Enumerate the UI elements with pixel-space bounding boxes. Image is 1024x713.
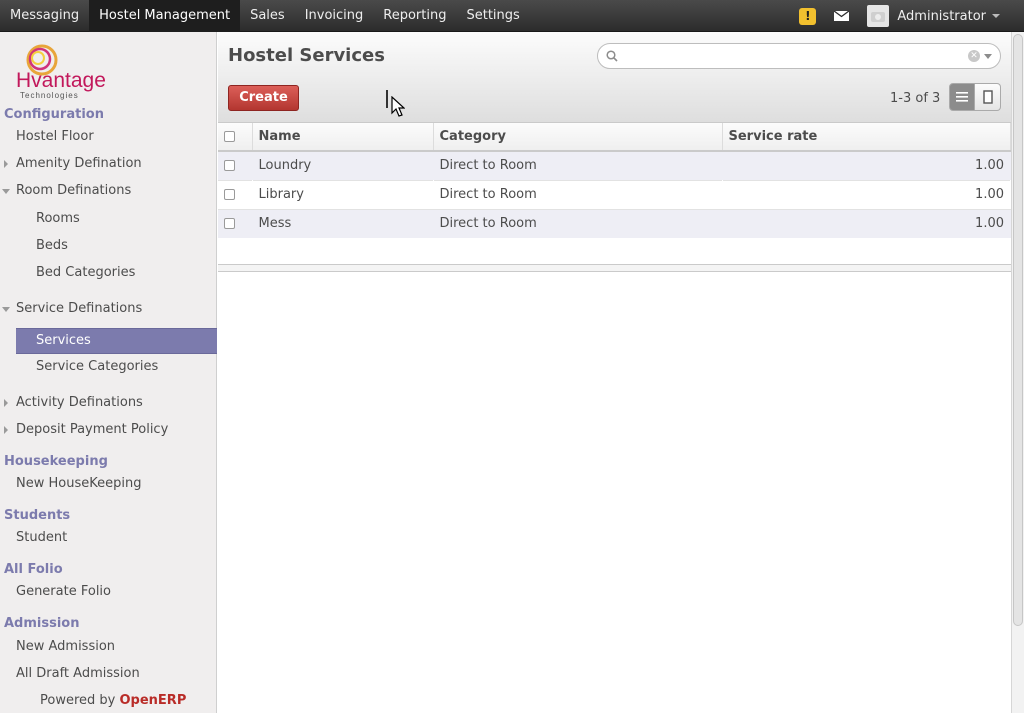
row-checkbox[interactable]: [224, 160, 235, 172]
chevron-down-icon[interactable]: [992, 14, 1000, 18]
cell-name[interactable]: Library: [252, 179, 433, 210]
row-checkbox[interactable]: [224, 218, 235, 230]
pager[interactable]: 1-3 of 3: [890, 91, 940, 106]
view-switcher: [949, 83, 1001, 111]
avatar[interactable]: [867, 5, 890, 27]
select-all-checkbox[interactable]: [224, 131, 235, 142]
scroll-thumb[interactable]: [1013, 34, 1023, 626]
row-select-cell: [218, 179, 252, 210]
cell-service-rate[interactable]: 1.00: [722, 209, 1011, 238]
sidebar-item-amenity-defination[interactable]: Amenity Defination: [16, 156, 142, 171]
menu-settings[interactable]: Settings: [456, 0, 529, 32]
view-header: Hostel Services ✕ Create 1-3 of 3: [218, 32, 1011, 123]
cell-category[interactable]: Direct to Room: [433, 151, 722, 180]
section-admission: Admission: [4, 616, 80, 631]
collapse-arrow-icon[interactable]: [2, 307, 10, 312]
expand-arrow-icon[interactable]: [4, 426, 8, 434]
cell-name[interactable]: Loundry: [252, 151, 433, 180]
sidebar-item-new-admission[interactable]: New Admission: [16, 639, 115, 654]
search-box[interactable]: ✕: [597, 43, 1001, 69]
openerp-link[interactable]: OpenERP: [120, 693, 187, 708]
expand-arrow-icon[interactable]: [4, 399, 8, 407]
sidebar-item-bed-categories[interactable]: Bed Categories: [36, 265, 135, 280]
menu-messaging[interactable]: Messaging: [0, 0, 89, 32]
row-select-cell: [218, 151, 252, 180]
table-row[interactable]: Mess Direct to Room 1.00: [218, 209, 1011, 238]
column-name[interactable]: Name: [252, 123, 434, 152]
sidebar-item-deposit-payment-policy[interactable]: Deposit Payment Policy: [16, 422, 168, 437]
company-logo: Hvantage Technologies: [16, 44, 106, 100]
form-view-button[interactable]: [975, 83, 1001, 111]
menu-invoicing[interactable]: Invoicing: [295, 0, 374, 32]
top-navbar: Messaging Hostel Management Sales Invoic…: [0, 0, 1024, 32]
sidebar-item-generate-folio[interactable]: Generate Folio: [16, 584, 111, 599]
page-title: Hostel Services: [228, 45, 385, 66]
menu-reporting[interactable]: Reporting: [373, 0, 456, 32]
search-icon: [606, 50, 618, 62]
mouse-pointer-icon: [391, 96, 405, 117]
powered-by-label: Powered by: [40, 693, 116, 708]
menu-hostel-management[interactable]: Hostel Management: [89, 0, 241, 32]
section-configuration: Configuration: [4, 107, 104, 122]
powered-by: Powered by OpenERP: [40, 693, 186, 708]
cell-category[interactable]: Direct to Room: [433, 209, 722, 238]
cell-name[interactable]: Mess: [252, 209, 433, 238]
sidebar-item-room-definations[interactable]: Room Definations: [16, 183, 131, 198]
clear-icon[interactable]: ✕: [968, 50, 980, 62]
collapse-arrow-icon[interactable]: [2, 189, 10, 194]
form-icon: [982, 90, 993, 104]
logo-brand: Hvantage: [16, 69, 106, 92]
row-checkbox[interactable]: [224, 189, 235, 200]
row-select-cell: [218, 209, 252, 238]
camera-icon: [871, 12, 886, 22]
warning-icon[interactable]: !: [799, 7, 817, 25]
sidebar-item-rooms[interactable]: Rooms: [36, 211, 80, 226]
table-row[interactable]: Loundry Direct to Room 1.00: [218, 151, 1011, 180]
sidebar-item-service-categories[interactable]: Service Categories: [36, 359, 158, 374]
column-service-rate[interactable]: Service rate: [722, 123, 1011, 152]
sidebar-item-all-draft-admission[interactable]: All Draft Admission: [16, 666, 140, 681]
table-header-row: Name Category Service rate: [218, 123, 1011, 152]
expand-arrow-icon[interactable]: [4, 160, 8, 168]
sidebar-item-service-definations[interactable]: Service Definations: [16, 301, 142, 316]
sidebar: Hvantage Technologies Configuration Host…: [0, 32, 217, 713]
cell-category[interactable]: Direct to Room: [433, 179, 722, 210]
sidebar-item-beds[interactable]: Beds: [36, 238, 68, 253]
section-housekeeping: Housekeeping: [4, 454, 108, 469]
top-menu: Messaging Hostel Management Sales Invoic…: [0, 0, 530, 32]
menu-sales[interactable]: Sales: [240, 0, 295, 32]
sidebar-item-services[interactable]: Services: [16, 328, 217, 354]
cell-service-rate[interactable]: 1.00: [722, 179, 1011, 210]
cell-service-rate[interactable]: 1.00: [722, 151, 1011, 180]
user-name[interactable]: Administrator: [897, 9, 986, 24]
column-category[interactable]: Category: [433, 123, 723, 152]
list-icon: [956, 92, 968, 102]
sidebar-item-student[interactable]: Student: [16, 530, 67, 545]
sidebar-item-new-housekeeping[interactable]: New HouseKeeping: [16, 476, 141, 491]
sidebar-item-hostel-floor[interactable]: Hostel Floor: [16, 129, 94, 144]
list-view-button[interactable]: [949, 83, 975, 111]
mail-icon[interactable]: [834, 11, 850, 21]
services-table: Name Category Service rate Loundry Direc…: [218, 123, 1011, 238]
search-options-icon[interactable]: [984, 54, 992, 59]
create-button[interactable]: Create: [228, 85, 299, 111]
select-all-cell: [218, 123, 253, 152]
table-footer: [218, 264, 1011, 272]
vertical-scrollbar[interactable]: [1011, 32, 1024, 713]
table-row[interactable]: Library Direct to Room 1.00: [218, 179, 1011, 210]
text-cursor: [386, 90, 388, 108]
search-input[interactable]: [622, 46, 962, 66]
main-content: Hostel Services ✕ Create 1-3 of 3 Name C…: [218, 32, 1011, 713]
user-area: ! Administrator: [799, 0, 1024, 32]
section-all-folio: All Folio: [4, 562, 63, 577]
sidebar-item-activity-definations[interactable]: Activity Definations: [16, 395, 143, 410]
section-students: Students: [4, 508, 71, 523]
logo-sub: Technologies: [20, 91, 79, 100]
